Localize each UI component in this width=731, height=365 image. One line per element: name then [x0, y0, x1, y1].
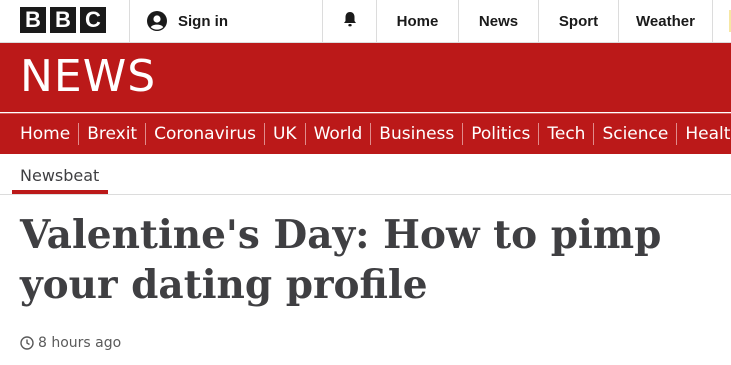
- logo-letter-b1: B: [20, 7, 46, 33]
- logo-letter-c: C: [80, 7, 106, 33]
- section-nav-health[interactable]: Health: [676, 123, 731, 145]
- top-bar: B B C Sign in Home News Sport Weather: [0, 0, 731, 42]
- bbc-logo[interactable]: B B C: [20, 7, 106, 33]
- top-nav-home[interactable]: Home: [376, 0, 458, 42]
- section-nav-world[interactable]: World: [304, 123, 371, 145]
- top-nav-weather[interactable]: Weather: [618, 0, 712, 42]
- sub-nav: Newsbeat: [0, 154, 731, 195]
- section-nav-tech[interactable]: Tech: [538, 123, 593, 145]
- timestamp-text: 8 hours ago: [38, 335, 122, 351]
- top-nav-news[interactable]: News: [458, 0, 538, 42]
- bell-icon: [341, 10, 359, 32]
- top-nav: Home News Sport Weather: [322, 0, 731, 42]
- section-nav-coronavirus[interactable]: Coronavirus: [145, 123, 264, 145]
- active-tab-indicator: [12, 190, 108, 194]
- section-nav-science[interactable]: Science: [593, 123, 676, 145]
- notifications-button[interactable]: [322, 0, 376, 42]
- top-nav-sport[interactable]: Sport: [538, 0, 618, 42]
- section-nav-brexit[interactable]: Brexit: [78, 123, 145, 145]
- news-banner: NEWS: [0, 43, 731, 112]
- section-nav: Home Brexit Coronavirus UK World Busines…: [0, 113, 731, 154]
- sign-in-label: Sign in: [178, 12, 228, 30]
- divider: [129, 0, 130, 42]
- section-nav-uk[interactable]: UK: [263, 123, 305, 145]
- news-wordmark[interactable]: NEWS: [20, 55, 156, 99]
- user-icon: [146, 10, 168, 32]
- sign-in-button[interactable]: Sign in: [146, 9, 228, 33]
- article-timestamp: 8 hours ago: [20, 335, 121, 351]
- logo-letter-b2: B: [50, 7, 76, 33]
- sub-nav-newsbeat[interactable]: Newsbeat: [20, 166, 99, 185]
- section-nav-business[interactable]: Business: [370, 123, 462, 145]
- section-nav-home[interactable]: Home: [12, 123, 78, 145]
- section-nav-politics[interactable]: Politics: [462, 123, 538, 145]
- article-headline: Valentine's Day: How to pimp your dating…: [20, 212, 662, 308]
- clock-icon: [20, 336, 34, 350]
